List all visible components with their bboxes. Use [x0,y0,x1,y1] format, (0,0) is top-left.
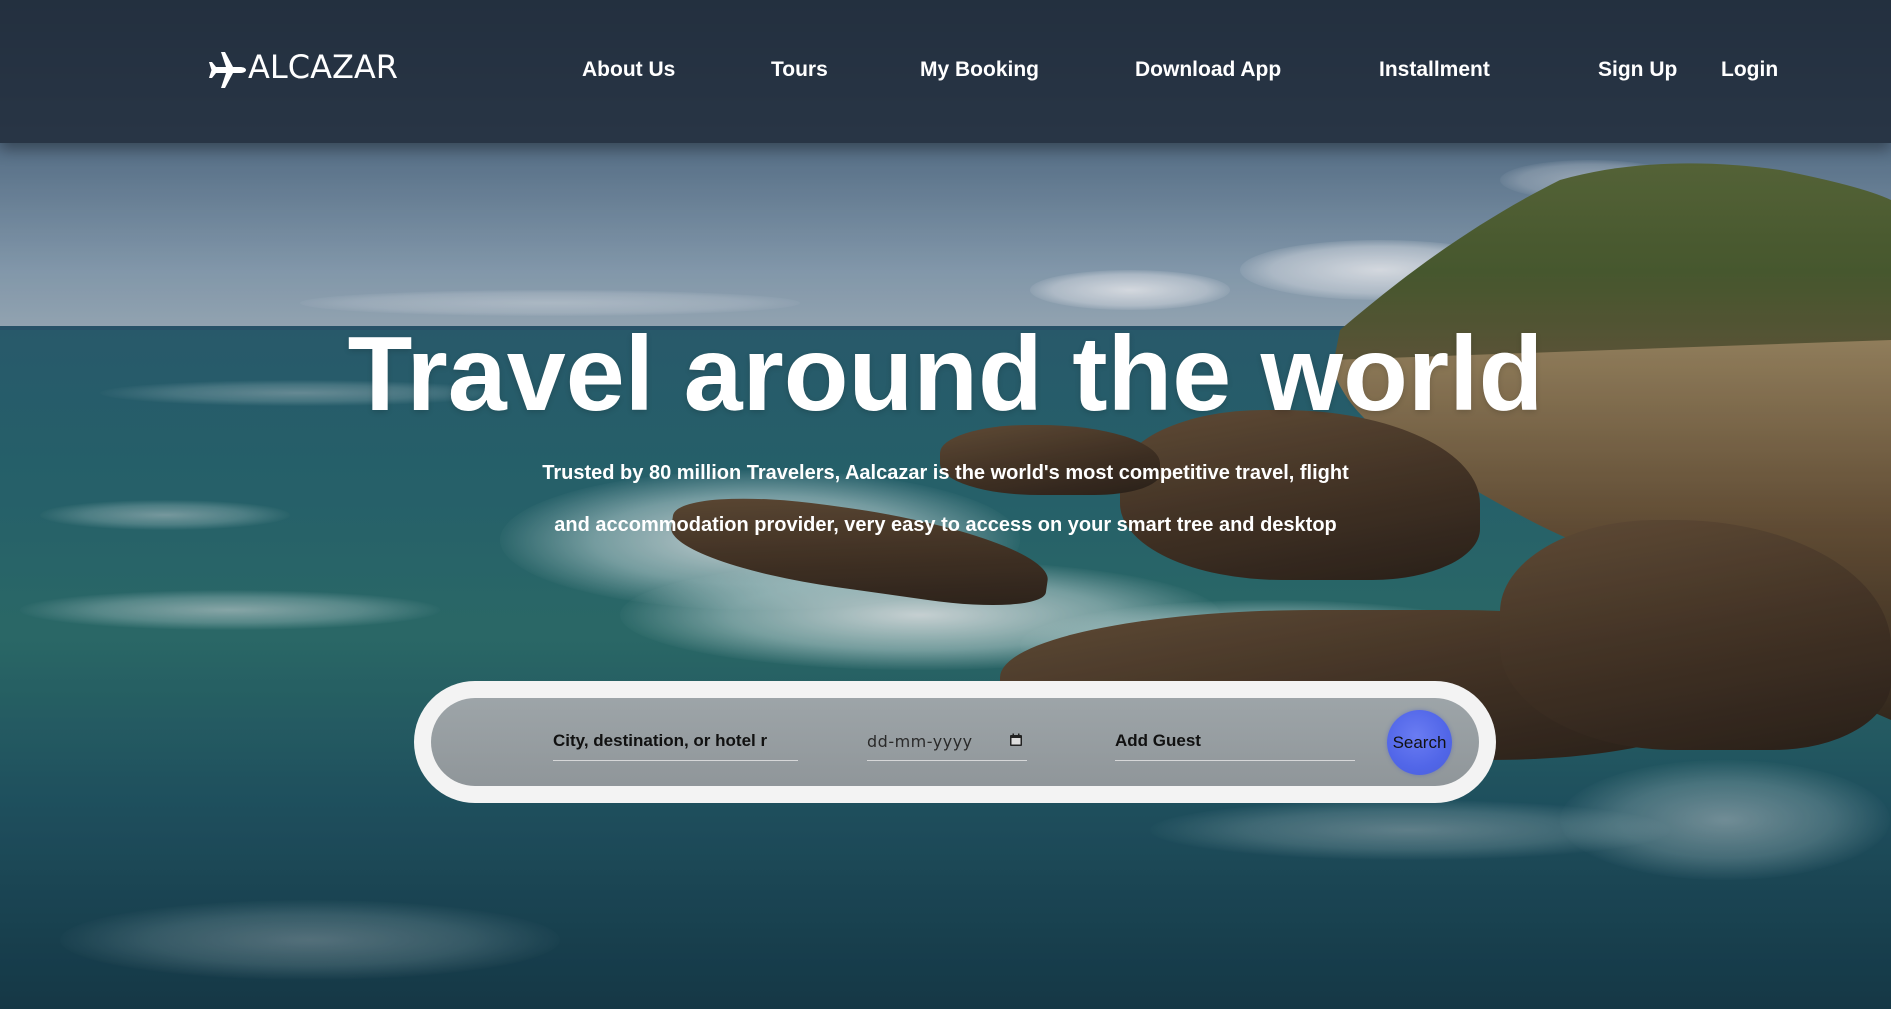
nav-about-us[interactable]: About Us [582,58,675,82]
calendar-icon[interactable] [1009,733,1023,747]
hero-subtitle-line-1: Trusted by 80 million Travelers, Aalcaza… [542,462,1349,484]
nav-login[interactable]: Login [1721,58,1778,82]
top-navbar: ALCAZAR About Us Tours My Booking Downlo… [0,0,1891,143]
nav-tours[interactable]: Tours [771,58,828,82]
nav-sign-up[interactable]: Sign Up [1598,58,1677,82]
brand-logo[interactable]: ALCAZAR [206,48,398,92]
hero-subtitle-line-2: and accommodation provider, very easy to… [554,514,1337,536]
logo-text: ALCAZAR [248,48,398,86]
date-input[interactable]: dd-mm-yyyy [867,732,973,751]
guest-field [1115,722,1355,761]
airplane-icon [209,52,246,88]
search-bar: dd-mm-yyyy [414,681,1496,803]
hero-background-image [0,0,1891,1009]
hero-title: Travel around the world [347,315,1544,433]
destination-input[interactable] [553,731,798,751]
search-bar-inner: dd-mm-yyyy [431,698,1479,786]
guest-input[interactable] [1115,731,1355,751]
date-field[interactable]: dd-mm-yyyy [867,722,1027,761]
destination-field [553,722,798,761]
nav-my-booking[interactable]: My Booking [920,58,1039,82]
search-button[interactable]: Search [1387,710,1452,775]
page: ALCAZAR About Us Tours My Booking Downlo… [0,0,1891,1009]
nav-installment[interactable]: Installment [1379,58,1490,82]
nav-download-app[interactable]: Download App [1135,58,1281,82]
